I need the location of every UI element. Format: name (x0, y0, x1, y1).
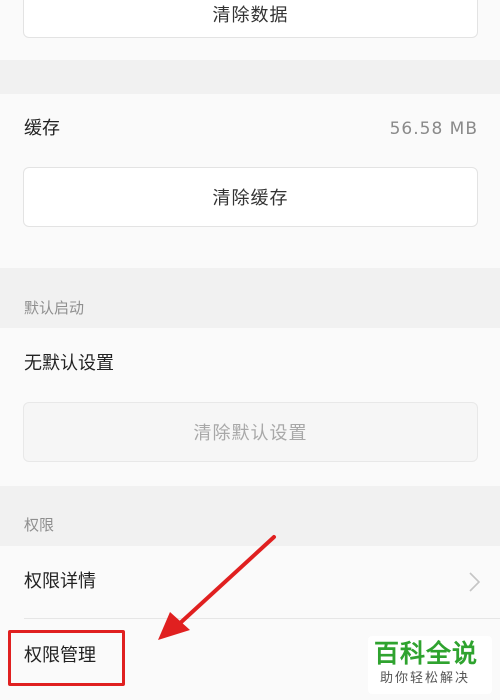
cache-label: 缓存 (24, 118, 60, 139)
clear-cache-button[interactable]: 清除缓存 (23, 167, 478, 227)
default-launch-status: 无默认设置 (24, 353, 114, 374)
clear-cache-label: 清除缓存 (212, 188, 289, 209)
default-launch-title: 默认启动 (24, 299, 85, 317)
permissions-header (0, 486, 500, 546)
watermark-logo: 百科全说 助你轻松解决 (368, 636, 492, 694)
clear-data-label: 清除数据 (212, 5, 289, 26)
permission-details-row[interactable]: 权限详情 (0, 546, 500, 618)
permissions-title: 权限 (24, 516, 55, 534)
permission-details-label: 权限详情 (24, 571, 96, 592)
annotation-highlight-box (8, 630, 125, 686)
cache-size-value: 56.58 MB (389, 119, 478, 139)
clear-data-button[interactable]: 清除数据 (23, 0, 478, 38)
watermark-main-text: 百科全说 (374, 639, 479, 668)
chevron-right-icon (469, 572, 481, 592)
section-separator (0, 60, 500, 94)
watermark-sub-text: 助你轻松解决 (380, 671, 471, 686)
clear-defaults-button[interactable]: 清除默认设置 (23, 402, 478, 462)
clear-defaults-label: 清除默认设置 (193, 423, 308, 444)
